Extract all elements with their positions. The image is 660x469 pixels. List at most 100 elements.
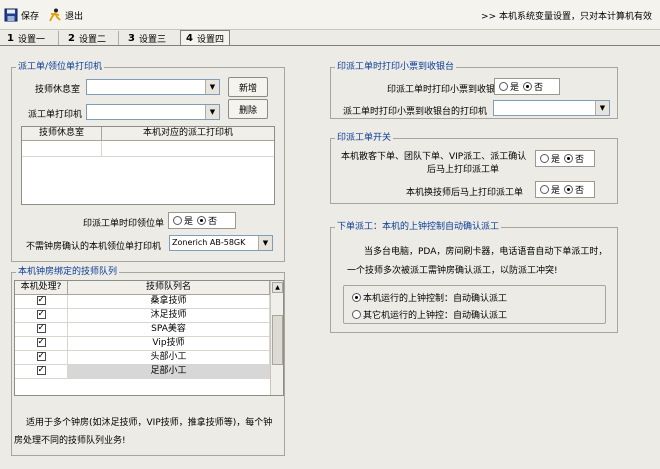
chevron-down-icon[interactable]: ▼: [258, 236, 272, 250]
table-row[interactable]: 桑拿技师: [15, 294, 283, 309]
checkbox[interactable]: [36, 322, 46, 335]
tab-settings-3[interactable]: 3 设置三: [123, 31, 171, 45]
tab-number: 3: [128, 32, 135, 44]
queue-name-cell: SPA美容: [68, 323, 270, 336]
column-header: 技师队列名: [68, 281, 270, 294]
option-label: 否: [534, 83, 544, 93]
process-cell: [15, 308, 68, 322]
change-tech-no[interactable]: 否: [564, 183, 584, 196]
tab-label: 设置三: [138, 34, 166, 45]
tab-number: 1: [7, 32, 14, 44]
option-other-control[interactable]: 其它机运行的上钟控：自动确认派工: [352, 308, 507, 321]
dispatch-printer-select[interactable]: ▼: [86, 104, 220, 120]
print-seat-radio-group: 是 否: [168, 212, 236, 229]
no-confirm-label: 不需钟房确认的本机领位单打印机: [26, 242, 162, 252]
queue-table[interactable]: 本机处理? 技师队列名 桑拿技师沐足技师SPA美容Vip技师头部小工足部小工: [14, 280, 284, 396]
save-button[interactable]: 保存: [4, 7, 39, 23]
radio-icon: [499, 82, 508, 91]
table-cell: [102, 141, 274, 156]
queue-name-cell: 桑拿技师: [68, 295, 270, 308]
radio-selected-icon: [523, 82, 533, 91]
print-receipt-no[interactable]: 否: [523, 80, 543, 93]
option-local-control[interactable]: 本机运行的上钟控制：自动确认派工: [352, 291, 507, 304]
change-tech-label: 本机换技师后马上打印派工单: [406, 188, 524, 198]
print-receipt-radio-group: 是 否: [494, 78, 560, 95]
print-receipt-yes[interactable]: 是: [499, 80, 519, 93]
process-cell: [15, 294, 68, 308]
radio-selected-icon: [352, 293, 361, 302]
option-label: 其它机运行的上钟控：自动确认派工: [363, 311, 508, 321]
option-label: 否: [575, 186, 585, 196]
delete-button[interactable]: 删除: [228, 99, 268, 119]
auto-confirm-title: 下单派工：本机的上钟控制自动确认派工: [335, 222, 502, 233]
option-label: 是: [551, 186, 561, 196]
guest-order-no[interactable]: 否: [564, 152, 584, 165]
option-label: 否: [208, 217, 218, 227]
queue-scrollbar[interactable]: ▲: [270, 281, 283, 395]
queue-name-cell: 足部小工: [68, 365, 270, 378]
save-label: 保存: [21, 11, 40, 22]
notice-text: >> 本机系统变量设置，只对本计算机有效: [481, 12, 652, 22]
tab-label: 设置二: [78, 34, 106, 45]
checkbox[interactable]: [36, 336, 46, 349]
chevron-down-icon[interactable]: ▼: [205, 80, 219, 94]
auto-confirm-desc-2: 一个技师多次被派工需钟房确认派工，以防派工冲突!: [347, 266, 558, 276]
dispatch-printer-title: 派工单/领位单打印机: [16, 62, 105, 73]
lounge-select[interactable]: ▼: [86, 79, 220, 95]
receipt-printer-label: 派工单时打印小票到收银台的打印机: [343, 107, 488, 117]
footnote-line: 适用于多个钟房(如沐足技师，VIP技师，推拿技师等)，每个钟: [26, 418, 273, 428]
add-button[interactable]: 新增: [228, 77, 268, 97]
queue-footnote: 适用于多个钟房(如沐足技师，VIP技师，推拿技师等)，每个钟 房处理不同的技师队…: [14, 414, 284, 450]
checkbox[interactable]: [36, 308, 46, 321]
chevron-down-icon[interactable]: ▼: [205, 105, 219, 119]
chevron-down-icon[interactable]: ▼: [595, 101, 609, 115]
option-label: 本机运行的上钟控制：自动确认派工: [363, 294, 508, 304]
option-label: 是: [551, 155, 561, 165]
tab-separator: [118, 31, 119, 45]
scroll-up-icon[interactable]: ▲: [272, 282, 283, 293]
lounge-printer-table[interactable]: 技师休息室 本机对应的派工打印机: [21, 126, 275, 205]
checkbox[interactable]: [36, 294, 46, 307]
change-tech-yes[interactable]: 是: [540, 183, 560, 196]
receipt-printer-select[interactable]: ▼: [493, 100, 610, 116]
table-row[interactable]: 头部小工: [15, 350, 283, 365]
no-confirm-printer-select[interactable]: Zonerich AB-58GK ▼: [169, 235, 273, 251]
tab-label: 设置四: [196, 35, 224, 45]
table-row[interactable]: 足部小工: [15, 364, 283, 379]
guest-order-radio-group: 是 否: [535, 150, 595, 167]
table-row[interactable]: SPA美容: [15, 322, 283, 337]
table-row[interactable]: 沐足技师: [15, 308, 283, 323]
floppy-icon: [4, 8, 18, 22]
print-seat-yes[interactable]: 是: [173, 214, 193, 227]
queue-name-cell: Vip技师: [68, 337, 270, 350]
option-label: 否: [575, 155, 585, 165]
change-tech-radio-group: 是 否: [535, 181, 595, 198]
tab-settings-4[interactable]: 4 设置四: [180, 30, 230, 46]
table-cell: [22, 141, 102, 156]
table-row[interactable]: Vip技师: [15, 336, 283, 351]
receipt-printer-title: 印派工单时打印小票到收银台: [335, 62, 457, 73]
guest-order-label: 本机散客下单、团队下单、VIP派工、派工确认: [341, 152, 527, 162]
table-row[interactable]: [22, 141, 274, 157]
tab-settings-2[interactable]: 2 设置二: [63, 31, 111, 45]
process-cell: [15, 336, 68, 350]
process-cell: [15, 350, 68, 364]
guest-order-yes[interactable]: 是: [540, 152, 560, 165]
radio-selected-icon: [197, 216, 207, 225]
printer-value: [87, 105, 205, 119]
radio-icon: [540, 185, 549, 194]
tab-settings-1[interactable]: 1 设置一: [2, 31, 50, 45]
checkbox[interactable]: [36, 364, 46, 377]
checkbox[interactable]: [36, 350, 46, 363]
print-seat-no[interactable]: 否: [197, 214, 217, 227]
exit-button[interactable]: 退出: [48, 7, 83, 23]
queue-rows: 桑拿技师沐足技师SPA美容Vip技师头部小工足部小工: [15, 294, 283, 379]
scroll-thumb[interactable]: [272, 315, 283, 365]
guest-order-label-2: 后马上打印派工单: [427, 165, 500, 175]
process-cell: [15, 322, 68, 336]
queue-name-cell: 头部小工: [68, 351, 270, 364]
radio-selected-icon: [564, 185, 574, 194]
footnote-line: 房处理不同的技师队列业务!: [14, 436, 126, 446]
receipt-printer-value: [494, 101, 595, 115]
tab-separator: [58, 31, 59, 45]
